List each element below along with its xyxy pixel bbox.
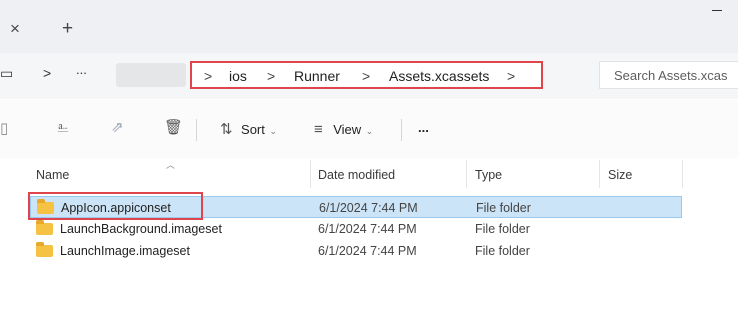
breadcrumb[interactable]: > ios > Runner > Assets.xcassets > (190, 61, 543, 89)
list-item[interactable]: LaunchBackground.imageset 6/1/2024 7:44 … (30, 218, 682, 240)
search-input[interactable]: Search Assets.xcas (599, 61, 738, 89)
file-name: LaunchImage.imageset (60, 244, 190, 258)
cut-icon[interactable]: ▯ (0, 121, 8, 136)
breadcrumb-overflow[interactable]: ... (76, 63, 87, 76)
sort-up-icon: ︿ (166, 160, 176, 170)
sort-label: Sort (241, 122, 265, 137)
column-divider[interactable] (310, 160, 311, 188)
list-item[interactable]: LaunchImage.imageset 6/1/2024 7:44 PM Fi… (30, 240, 682, 262)
folder-icon (36, 242, 53, 257)
view-lines-icon: ≡ (314, 121, 323, 138)
file-date: 6/1/2024 7:44 PM (319, 201, 418, 215)
new-tab-icon[interactable]: + (62, 19, 73, 38)
column-divider[interactable] (466, 160, 467, 188)
column-divider[interactable] (682, 160, 683, 188)
redacted-path (116, 63, 186, 87)
tab-bar (0, 0, 738, 53)
breadcrumb-runner[interactable]: Runner (294, 68, 340, 84)
chevron-right-icon[interactable]: > (507, 68, 515, 84)
folder-icon (36, 220, 53, 235)
file-date: 6/1/2024 7:44 PM (318, 244, 417, 258)
more-options-button[interactable]: ... (418, 120, 429, 135)
breadcrumb-assets[interactable]: Assets.xcassets (389, 68, 489, 84)
toolbar-divider (196, 119, 197, 141)
column-header-size[interactable]: Size (608, 168, 632, 182)
toolbar-divider (401, 119, 402, 141)
breadcrumb-ios[interactable]: ios (229, 68, 247, 84)
search-placeholder: Search Assets.xcas (614, 68, 728, 83)
annotation-highlight (28, 192, 203, 220)
sort-arrows-icon: ⇅ (220, 121, 233, 138)
file-name: LaunchBackground.imageset (60, 222, 222, 236)
file-type: File folder (475, 244, 530, 258)
file-date: 6/1/2024 7:44 PM (318, 222, 417, 236)
delete-icon[interactable]: 🗑 (164, 120, 183, 135)
column-header-type[interactable]: Type (475, 168, 502, 182)
chevron-right-icon: > (204, 68, 213, 84)
close-tab-icon[interactable]: × (10, 20, 20, 37)
view-pane-icon[interactable]: ▭ (0, 66, 13, 80)
column-header-date[interactable]: Date modified (318, 168, 395, 182)
file-type: File folder (475, 222, 530, 236)
share-icon[interactable]: ⇗ (111, 120, 124, 135)
chevron-down-icon: ⌄ (269, 126, 277, 136)
file-type: File folder (476, 201, 531, 215)
chevron-right-icon: > (267, 68, 276, 84)
column-header-name[interactable]: Name (36, 168, 69, 182)
chevron-right-icon: > (362, 68, 371, 84)
column-divider[interactable] (599, 160, 600, 188)
view-label: View (333, 122, 362, 137)
rename-icon[interactable]: ⎁ (57, 120, 69, 135)
chevron-down-icon: ⌄ (365, 126, 374, 136)
minimize-icon[interactable] (712, 10, 722, 11)
chevron-right-icon[interactable]: > (43, 66, 51, 80)
sort-button[interactable]: ⇅ Sort ⌄ (220, 121, 277, 139)
view-button[interactable]: ≡ View ⌄ (314, 121, 373, 139)
